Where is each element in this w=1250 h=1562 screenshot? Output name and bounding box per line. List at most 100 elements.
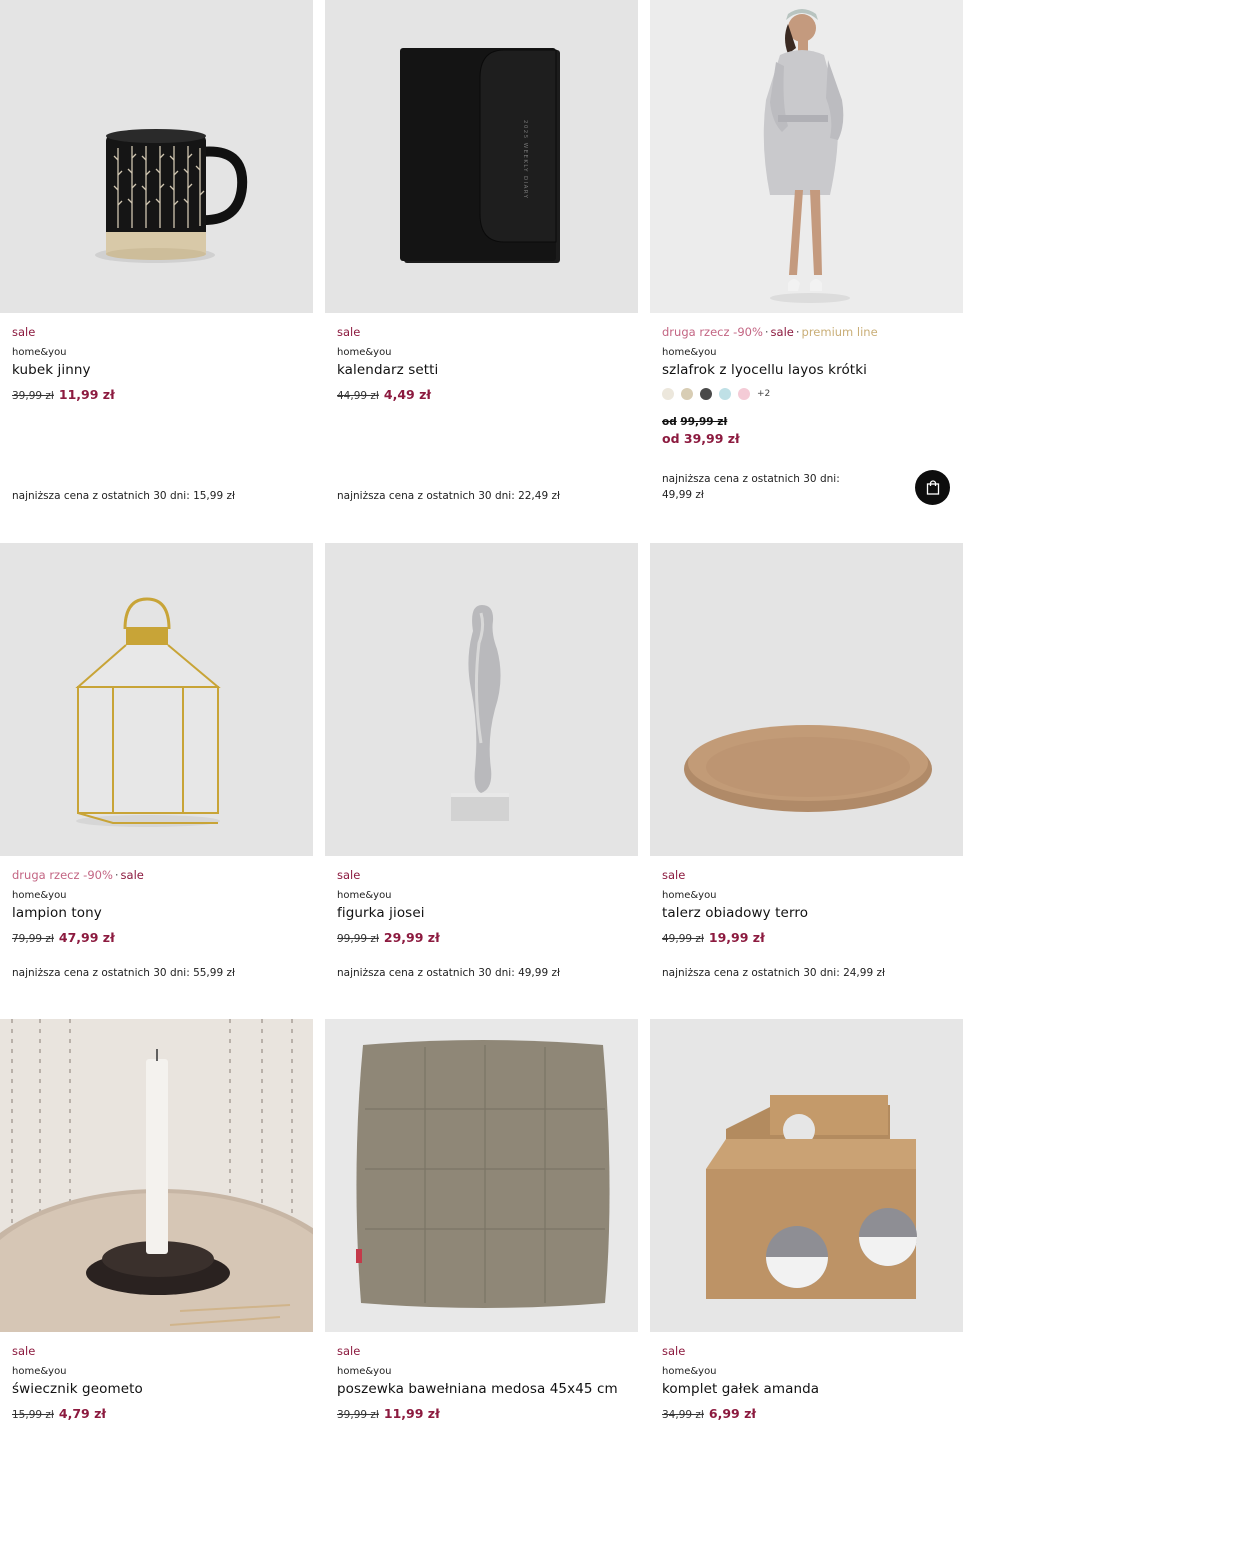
color-swatches: +2 — [662, 387, 951, 401]
lowest-price-note: najniższa cena z ostatnich 30 dni: 24,99… — [662, 967, 885, 979]
lowest-price-note: najniższa cena z ostatnich 30 dni: 55,99… — [12, 967, 235, 979]
old-price: od 99,99 zł — [662, 416, 728, 428]
product-name[interactable]: figurka jiosei — [337, 904, 626, 922]
tag-sale: sale — [337, 325, 361, 339]
product-name[interactable]: lampion tony — [12, 904, 301, 922]
old-price: 34,99 zł — [662, 1409, 704, 1421]
product-image[interactable] — [325, 543, 638, 856]
product-brand: home&you — [337, 347, 392, 358]
pillowcase-image — [325, 1019, 638, 1332]
product-card[interactable]: sale home&you komplet gałek amanda 34,99… — [650, 1019, 963, 1562]
knobs-image — [650, 1019, 963, 1332]
sale-price: od 39,99 zł — [662, 431, 740, 446]
product-tags: druga rzecz -90% · sale — [12, 868, 144, 882]
product-name[interactable]: talerz obiadowy terro — [662, 904, 951, 922]
product-brand: home&you — [662, 1366, 717, 1377]
figurine-image — [325, 543, 638, 856]
lowest-price-note: najniższa cena z ostatnich 30 dni: 22,49… — [337, 490, 560, 502]
product-card[interactable]: 2025 WEEKLY DIARY sale home&you kalendar… — [325, 0, 638, 543]
product-name[interactable]: poszewka bawełniana medosa 45x45 cm — [337, 1380, 626, 1398]
product-tags: sale — [662, 1343, 951, 1359]
sale-price: 11,99 zł — [58, 387, 115, 402]
bathrobe-image — [650, 0, 963, 313]
product-name[interactable]: komplet gałek amanda — [662, 1380, 951, 1398]
product-tags: sale — [12, 1343, 301, 1359]
product-tags: druga rzecz -90% · sale · premium line — [662, 325, 878, 339]
product-image[interactable] — [0, 1019, 313, 1332]
product-image[interactable]: 2025 WEEKLY DIARY — [325, 0, 638, 313]
color-swatch[interactable] — [700, 388, 712, 400]
product-card[interactable]: sale home&you poszewka bawełniana medosa… — [325, 1019, 638, 1562]
product-brand: home&you — [12, 890, 67, 901]
calendar-image: 2025 WEEKLY DIARY — [325, 0, 638, 313]
color-swatch[interactable] — [719, 388, 731, 400]
old-price: 79,99 zł — [12, 933, 54, 945]
add-to-cart-button[interactable] — [915, 470, 950, 505]
plate-image — [650, 543, 963, 856]
sale-price: 11,99 zł — [383, 1406, 440, 1421]
sale-price: 6,99 zł — [708, 1406, 757, 1421]
product-image[interactable] — [0, 0, 313, 313]
product-tags: sale — [337, 324, 626, 340]
product-card[interactable]: sale home&you kubek jinny 39,99 zł 11,99 … — [0, 0, 313, 543]
tag-promo: druga rzecz -90% — [662, 325, 763, 339]
product-brand: home&you — [662, 347, 717, 358]
product-name[interactable]: kubek jinny — [12, 361, 301, 379]
product-image[interactable] — [0, 543, 313, 856]
product-card[interactable]: druga rzecz -90% · sale home&you lampion t… — [0, 543, 313, 1086]
product-tags: sale — [12, 324, 301, 340]
tag-sale: sale — [12, 1344, 36, 1358]
product-tags: sale — [337, 1343, 626, 1359]
product-brand: home&you — [337, 890, 392, 901]
shopping-bag-icon — [926, 480, 939, 495]
product-image[interactable] — [650, 0, 963, 313]
product-name[interactable]: szlafrok z lyocellu layos krótki — [662, 361, 951, 379]
tag-sale: sale — [662, 1344, 686, 1358]
lantern-image — [0, 543, 313, 856]
more-colors-count[interactable]: +2 — [757, 389, 770, 399]
tag-sale: sale — [12, 325, 36, 339]
sale-price: 19,99 zł — [708, 930, 765, 945]
product-image[interactable] — [650, 1019, 963, 1332]
candlestick-image — [0, 1019, 313, 1332]
tag-sale: sale — [770, 325, 794, 339]
product-name[interactable]: kalendarz setti — [337, 361, 626, 379]
calendar-cover-text: 2025 WEEKLY DIARY — [522, 120, 528, 199]
product-image[interactable] — [325, 1019, 638, 1332]
product-brand: home&you — [662, 890, 717, 901]
sale-price: 29,99 zł — [383, 930, 440, 945]
tag-promo: druga rzecz -90% — [12, 868, 113, 882]
product-tags: sale — [337, 867, 626, 883]
product-brand: home&you — [337, 1366, 392, 1377]
product-card[interactable]: sale home&you świecznik geometo 15,99 zł… — [0, 1019, 313, 1562]
sale-price: 4,79 zł — [58, 1406, 107, 1421]
tag-sale: sale — [337, 1344, 361, 1358]
sale-price: 47,99 zł — [58, 930, 115, 945]
old-price: 44,99 zł — [337, 390, 379, 402]
color-swatch[interactable] — [662, 388, 674, 400]
old-price: 49,99 zł — [662, 933, 704, 945]
color-swatch[interactable] — [681, 388, 693, 400]
tag-sale: sale — [662, 868, 686, 882]
product-image[interactable] — [650, 543, 963, 856]
mug-image — [0, 0, 313, 313]
old-price: 99,99 zł — [337, 933, 379, 945]
old-price: 15,99 zł — [12, 1409, 54, 1421]
product-card[interactable]: sale home&you figurka jiosei 99,99 zł 29,… — [325, 543, 638, 1086]
tag-premium: premium line — [801, 325, 878, 339]
product-tags: sale — [662, 867, 951, 883]
product-card[interactable]: druga rzecz -90% · sale · premium line home&… — [650, 0, 963, 543]
lowest-price-note: najniższa cena z ostatnich 30 dni: 49,99 … — [662, 473, 840, 501]
old-price: 39,99 zł — [337, 1409, 379, 1421]
old-price: 39,99 zł — [12, 390, 54, 402]
sale-price: 4,49 zł — [383, 387, 432, 402]
product-brand: home&you — [12, 1366, 67, 1377]
tag-sale: sale — [337, 868, 361, 882]
lowest-price-note: najniższa cena z ostatnich 30 dni: 15,99… — [12, 490, 235, 502]
color-swatch[interactable] — [738, 388, 750, 400]
product-card[interactable]: sale home&you talerz obiadowy terro 49,9… — [650, 543, 963, 1086]
tag-sale: sale — [120, 868, 144, 882]
product-name[interactable]: świecznik geometo — [12, 1380, 301, 1398]
product-brand: home&you — [12, 347, 67, 358]
lowest-price-note: najniższa cena z ostatnich 30 dni: 49,99… — [337, 967, 560, 979]
